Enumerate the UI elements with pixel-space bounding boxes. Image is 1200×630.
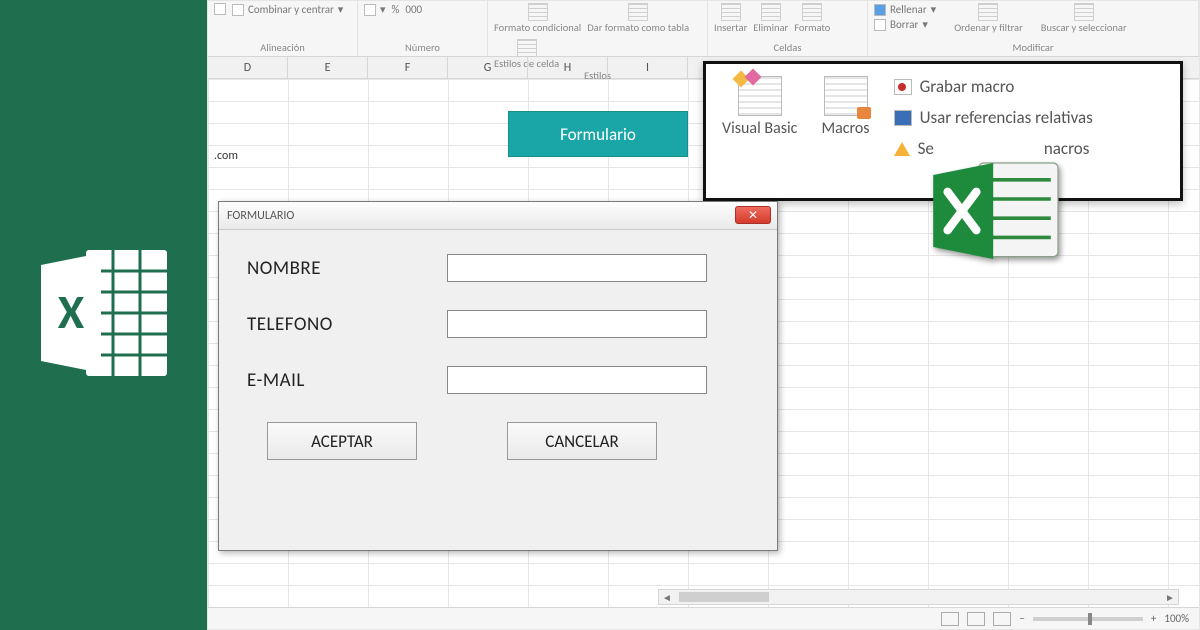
find-select-button[interactable]: Buscar y seleccionar — [1041, 3, 1127, 33]
svg-text:X: X — [57, 282, 84, 341]
thousands-button[interactable]: 000 — [405, 3, 422, 16]
record-macro-button[interactable]: Grabar macro — [894, 76, 1093, 97]
cancel-button[interactable]: CANCELAR — [507, 422, 657, 460]
merge-center-button[interactable]: Combinar y centrar ▾ — [232, 3, 343, 16]
email-input[interactable] — [447, 366, 707, 394]
ribbon-group-editing: Modificar — [874, 41, 1192, 56]
phone-input[interactable] — [447, 310, 707, 338]
visual-basic-icon — [738, 76, 782, 116]
brand-sidebar: X — [0, 0, 207, 630]
ribbon-group-alignment: Alineación — [214, 41, 351, 56]
sort-filter-button[interactable]: Ordenar y filtrar — [954, 3, 1023, 33]
delete-cells-button[interactable]: Eliminar — [753, 3, 788, 33]
currency-button[interactable]: ▾ — [364, 3, 386, 16]
name-input[interactable] — [447, 254, 707, 282]
col-header[interactable]: D — [208, 57, 288, 78]
align-icon — [214, 3, 226, 15]
excel-logo-icon: X — [29, 238, 179, 393]
view-break-icon[interactable] — [993, 612, 1011, 626]
zoom-in-button[interactable]: + — [1151, 612, 1156, 625]
close-button[interactable]: ✕ — [735, 206, 771, 224]
relative-ref-icon — [894, 110, 912, 126]
insert-cells-button[interactable]: Insertar — [714, 3, 747, 33]
ribbon: Combinar y centrar ▾ Alineación ▾ % 000 … — [208, 1, 1199, 57]
scroll-right-icon[interactable]: ► — [1162, 591, 1178, 604]
status-bar: − + 100% — [208, 607, 1199, 629]
dialog-titlebar[interactable]: FORMULARIO ✕ — [219, 202, 777, 230]
scroll-left-icon[interactable]: ◄ — [659, 591, 675, 604]
name-label: NOMBRE — [247, 257, 447, 280]
view-normal-icon[interactable] — [941, 612, 959, 626]
format-as-table-button[interactable]: Dar formato como tabla — [587, 3, 689, 33]
visual-basic-button[interactable]: Visual Basic — [722, 76, 797, 186]
zoom-slider[interactable] — [1033, 617, 1143, 621]
scrollbar-thumb[interactable] — [679, 592, 769, 602]
horizontal-scrollbar[interactable]: ◄ ► — [658, 589, 1179, 605]
col-header[interactable]: I — [608, 57, 688, 78]
fill-button[interactable]: Rellenar ▾ — [874, 3, 936, 16]
phone-label: TELEFONO — [247, 313, 447, 336]
relative-references-button[interactable]: Usar referencias relativas — [894, 107, 1093, 128]
cell-value: .com — [214, 149, 238, 163]
close-icon: ✕ — [748, 208, 758, 223]
col-header[interactable]: E — [288, 57, 368, 78]
formulario-sheet-button[interactable]: Formulario — [508, 111, 688, 157]
accept-button[interactable]: ACEPTAR — [267, 422, 417, 460]
macros-icon — [824, 76, 868, 116]
excel-3d-icon — [923, 151, 1073, 271]
ribbon-group-cells: Celdas — [714, 41, 861, 56]
zoom-level[interactable]: 100% — [1164, 612, 1189, 625]
ribbon-group-number: Número — [364, 41, 481, 56]
macros-button[interactable]: Macros — [821, 76, 869, 186]
col-header[interactable]: H — [528, 57, 608, 78]
clear-button[interactable]: Borrar ▾ — [874, 18, 936, 31]
conditional-format-button[interactable]: Formato condicional — [494, 3, 581, 33]
zoom-out-button[interactable]: − — [1019, 612, 1024, 625]
view-layout-icon[interactable] — [967, 612, 985, 626]
record-icon — [894, 79, 912, 95]
email-label: E-MAIL — [247, 369, 447, 392]
percent-button[interactable]: % — [392, 3, 400, 16]
col-header[interactable]: G — [448, 57, 528, 78]
col-header[interactable]: F — [368, 57, 448, 78]
dialog-title: FORMULARIO — [227, 209, 294, 223]
excel-window: Combinar y centrar ▾ Alineación ▾ % 000 … — [207, 0, 1200, 630]
format-cells-button[interactable]: Formato — [794, 3, 830, 33]
warning-icon — [894, 142, 910, 156]
userform-dialog: FORMULARIO ✕ NOMBRE TELEFONO E-MAIL ACEP… — [218, 201, 778, 551]
